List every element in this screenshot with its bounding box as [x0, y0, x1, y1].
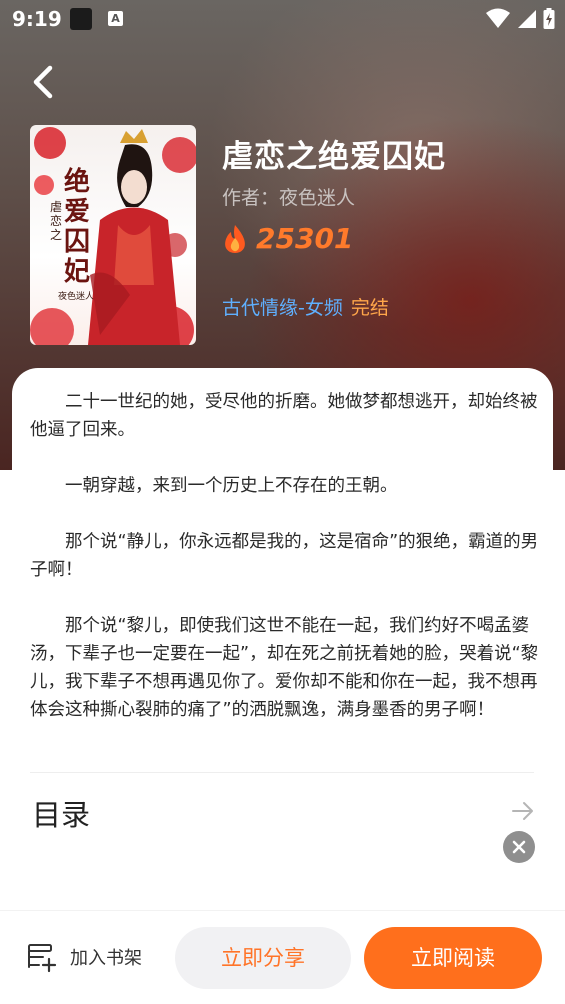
back-button[interactable]	[26, 62, 62, 102]
chevron-left-icon	[33, 65, 53, 99]
share-button[interactable]: 立即分享	[175, 927, 351, 989]
synopsis-paragraph: 二十一世纪的她，受尽他的折磨。她做梦都想逃开，却始终被他逼了回来。	[30, 392, 538, 440]
bottom-action-bar: 加入书架 立即分享 立即阅读	[0, 910, 565, 1004]
bookshelf-add-icon	[28, 944, 57, 973]
synopsis-paragraph: 那个说“静儿，你永远都是我的，这是宿命”的狠绝，霸道的男子啊！	[30, 532, 539, 580]
toc-label: 目录	[32, 798, 91, 832]
cover-author-text: 夜色迷人	[58, 292, 95, 302]
status-bar: 9:19 A	[0, 0, 565, 38]
synopsis: 二十一世纪的她，受尽他的折磨。她做梦都想逃开，却始终被他逼了回来。 一朝穿越，来…	[30, 388, 540, 752]
genre-tag[interactable]: 古代情缘-女频	[222, 297, 343, 319]
add-to-shelf-label: 加入书架	[70, 948, 142, 969]
battery-icon	[543, 8, 555, 29]
author-label: 作者：	[222, 187, 280, 209]
read-now-button[interactable]: 立即阅读	[364, 927, 542, 989]
heat-count: 25301	[256, 222, 354, 255]
heat-row: 25301	[222, 222, 353, 255]
notification-app-icon	[70, 8, 92, 30]
table-of-contents-row[interactable]: 目录	[30, 788, 536, 838]
notification-letter-icon: A	[108, 11, 123, 26]
detail-panel: 二十一世纪的她，受尽他的折磨。她做梦都想逃开，却始终被他逼了回来。 一朝穿越，来…	[12, 368, 553, 928]
book-tags: 古代情缘-女频 完结	[222, 293, 389, 320]
synopsis-paragraph: 一朝穿越，来到一个历史上不存在的王朝。	[65, 476, 398, 496]
author-name: 夜色迷人	[279, 187, 356, 209]
synopsis-paragraph: 那个说“黎儿，即使我们这世不能在一起，我们约好不喝孟婆汤，下辈子也一定要在一起”…	[30, 616, 539, 720]
cover-series-text: 虐恋之	[50, 200, 63, 242]
status-tag: 完结	[350, 297, 389, 319]
book-cover[interactable]: 虐恋之 绝爱囚妃 夜色迷人	[30, 125, 196, 345]
divider	[30, 772, 534, 773]
arrow-right-icon	[512, 802, 533, 820]
author-row: 作者：夜色迷人	[222, 183, 355, 210]
wifi-icon	[486, 8, 510, 28]
fire-icon	[225, 224, 245, 253]
status-time: 9:19	[12, 7, 62, 31]
book-title: 虐恋之绝爱囚妃	[222, 139, 446, 175]
cover-title-text: 绝爱囚妃	[64, 167, 91, 287]
close-icon	[512, 840, 526, 854]
signal-icon	[518, 10, 536, 28]
add-to-shelf-button[interactable]: 加入书架	[26, 941, 142, 973]
close-button[interactable]	[503, 831, 535, 863]
